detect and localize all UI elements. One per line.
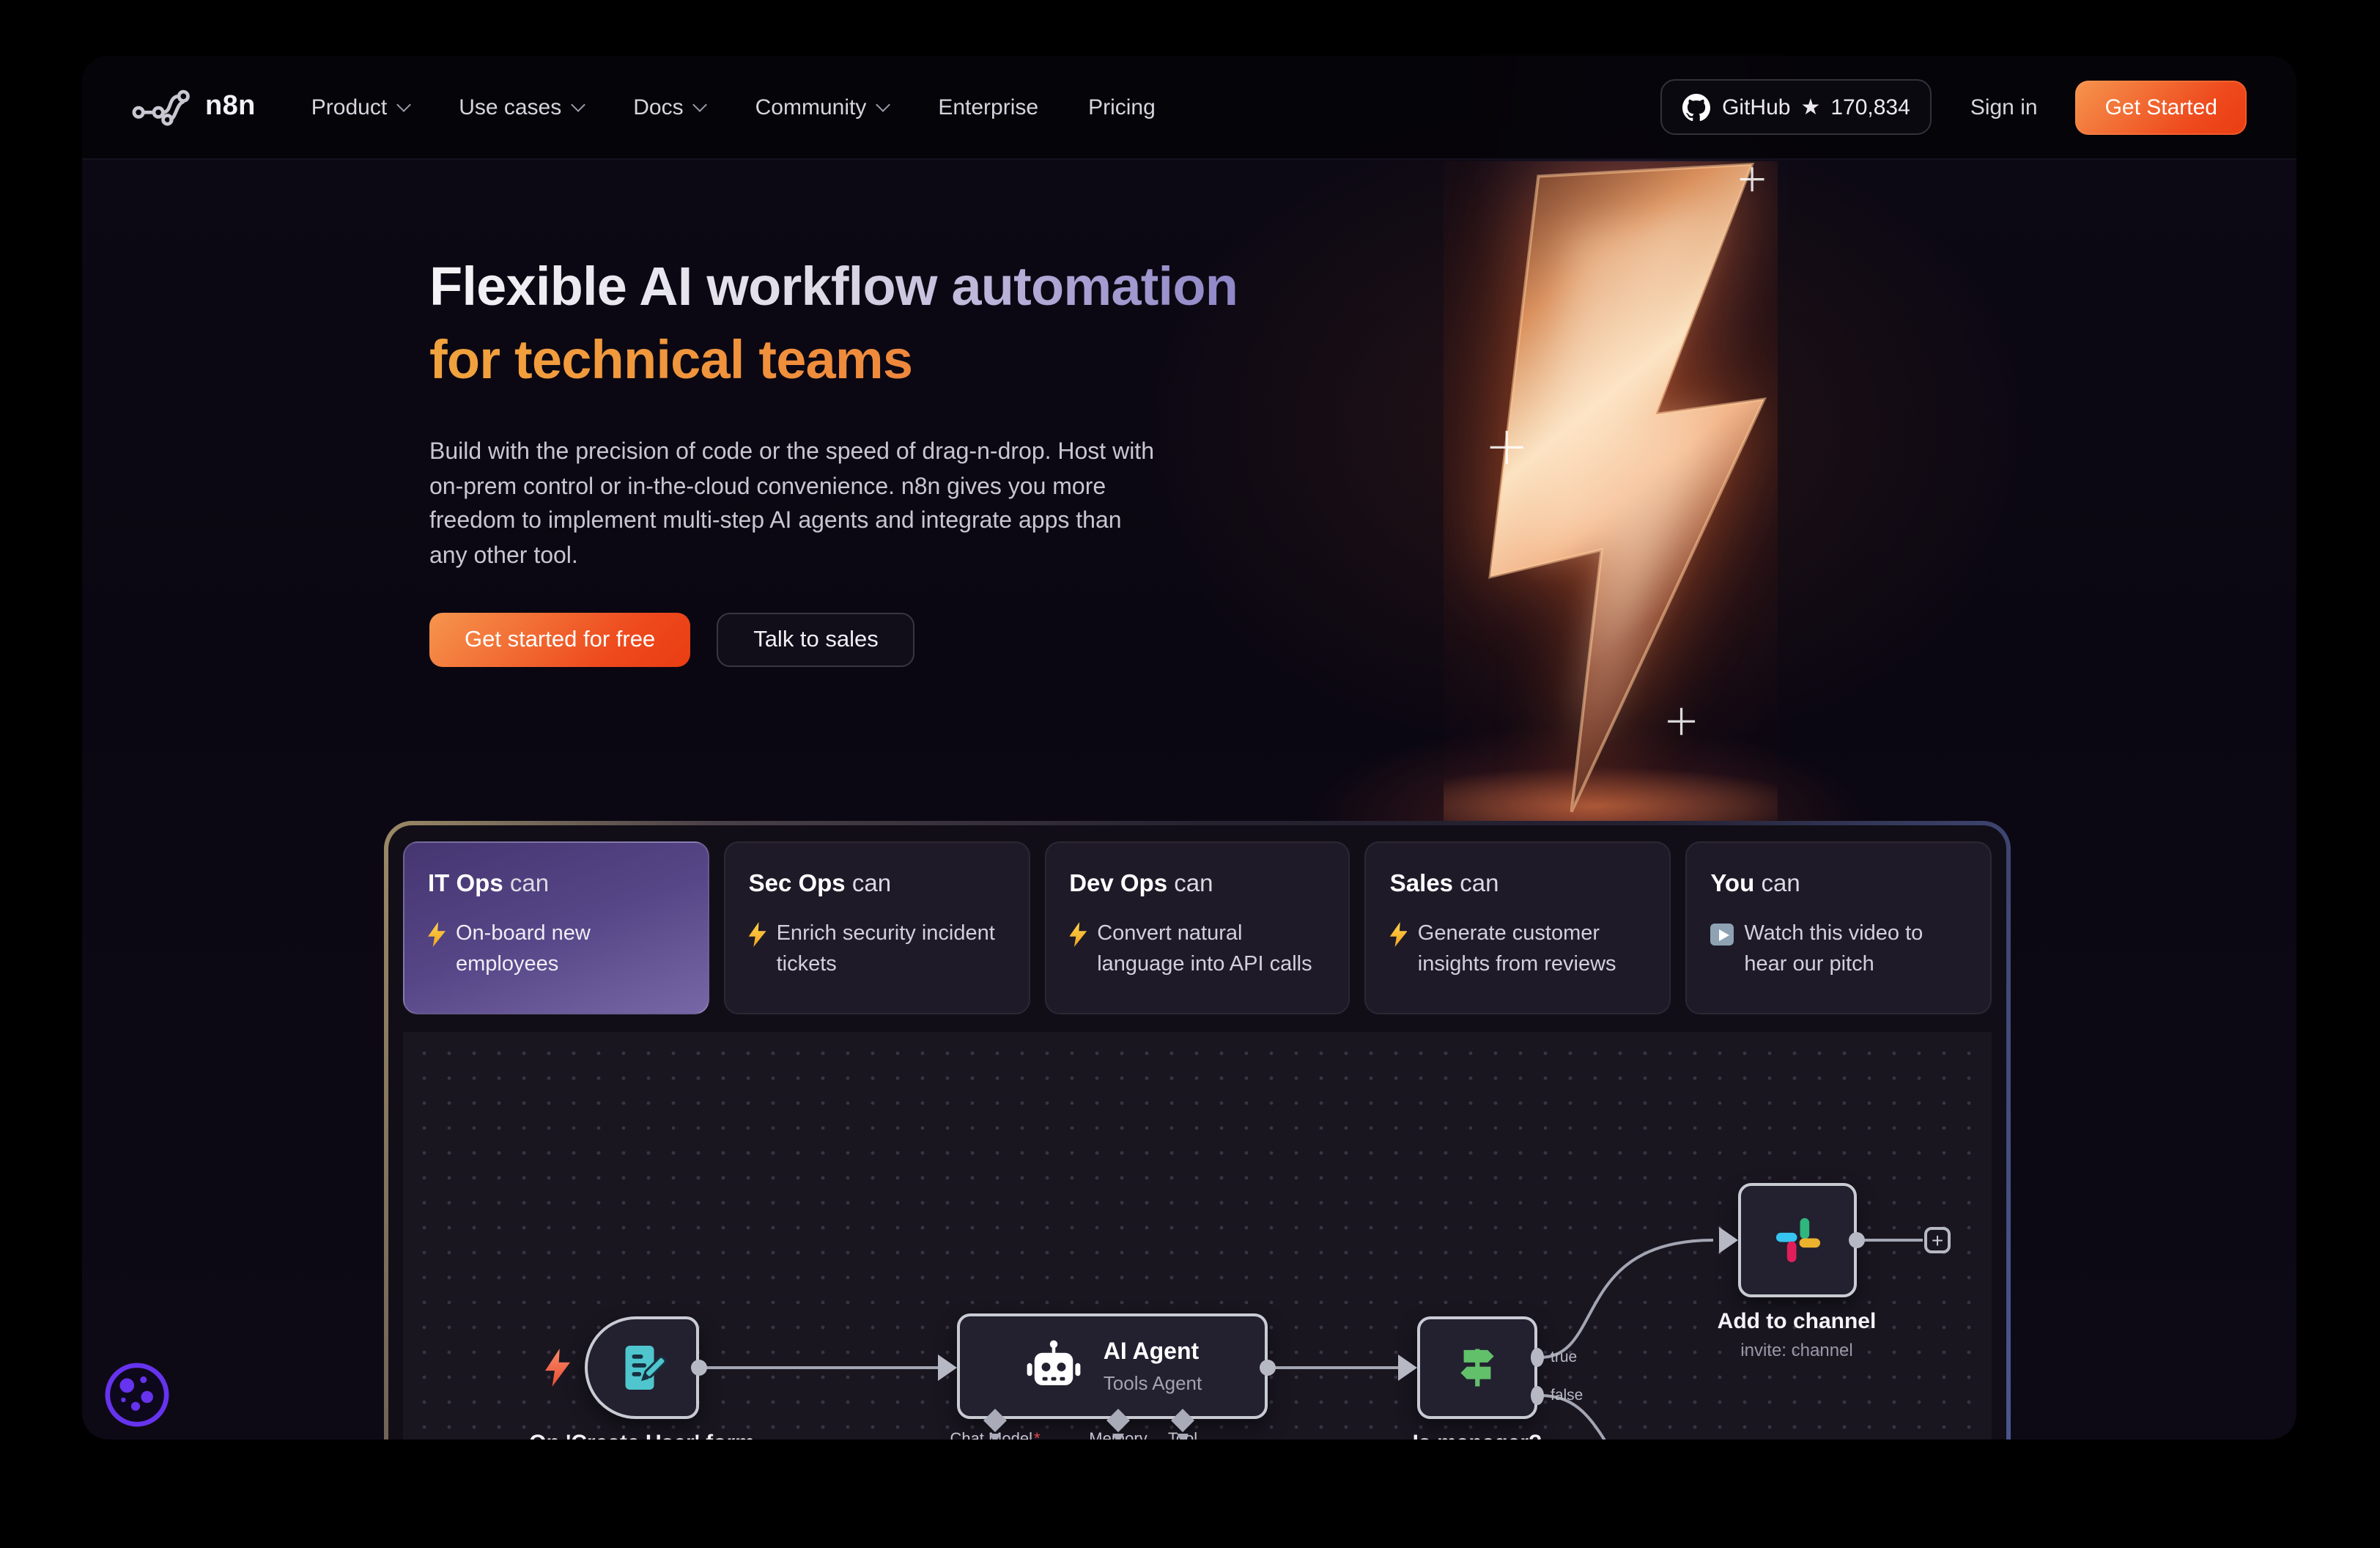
add-node-button[interactable]: +: [1924, 1227, 1951, 1253]
chevron-down-icon: [876, 97, 890, 111]
lightning-icon: [428, 922, 446, 947]
nav-item-docs[interactable]: Docs: [633, 95, 705, 119]
trigger-node-label: On 'Create User' form: [529, 1431, 755, 1440]
robot-icon: [1023, 1335, 1084, 1397]
input-arrow: [938, 1354, 957, 1381]
hero-cta-group: Get started for free Talk to sales: [429, 613, 1250, 667]
tab-it-ops[interactable]: IT Ops can On-board new employees: [403, 841, 709, 1014]
star-icon: ★: [1800, 94, 1820, 120]
lightning-icon: [1069, 922, 1087, 947]
slack-icon: [1770, 1212, 1825, 1268]
n8n-logo-icon: [132, 86, 193, 128]
required-asterisk: *: [1034, 1431, 1041, 1440]
get-started-free-button[interactable]: Get started for free: [429, 613, 690, 667]
input-arrow: [1719, 1227, 1738, 1253]
branch-true-label: true: [1551, 1349, 1577, 1366]
n8n-logo[interactable]: n8n: [132, 86, 256, 128]
port-memory: Memory: [1089, 1431, 1147, 1440]
nav-item-enterprise[interactable]: Enterprise: [938, 95, 1038, 119]
screenshot-stage: n8n Product Use cases Docs Community Ent…: [0, 0, 2380, 1548]
agent-subtitle: Tools Agent: [1104, 1371, 1202, 1393]
chevron-down-icon: [693, 97, 708, 111]
input-arrow: [1398, 1354, 1417, 1381]
workflow-canvas[interactable]: On 'Create User' form: [403, 1032, 1992, 1440]
github-label: GitHub: [1722, 95, 1790, 119]
lightning-bolt-artwork: [1444, 161, 1778, 824]
persona-tabs: IT Ops can On-board new employees Sec Op…: [403, 841, 1992, 1014]
slack-node-label: Add to channel: [1718, 1309, 1877, 1334]
chat-widget-button[interactable]: [103, 1360, 171, 1429]
hero-description: Build with the precision of code or the …: [429, 435, 1162, 573]
slack-node-sublabel: invite: channel: [1740, 1340, 1852, 1360]
play-icon: [1710, 924, 1734, 946]
brand-name: n8n: [205, 91, 256, 123]
nav-item-product[interactable]: Product: [311, 95, 409, 119]
tab-dev-ops[interactable]: Dev Ops can Convert natural language int…: [1044, 841, 1350, 1014]
get-started-button[interactable]: Get Started: [2076, 80, 2247, 134]
browser-page: n8n Product Use cases Docs Community Ent…: [82, 56, 2296, 1440]
hero-section: Flexible AI workflow automation for tech…: [429, 251, 1250, 667]
nav-menu: Product Use cases Docs Community Enterpr…: [311, 95, 1156, 119]
chevron-down-icon: [571, 97, 585, 111]
hero-title-line2: for technical teams: [429, 324, 1250, 397]
nav-item-pricing[interactable]: Pricing: [1088, 95, 1156, 119]
agent-title: AI Agent: [1104, 1339, 1202, 1365]
form-icon: [616, 1341, 668, 1394]
tab-sec-ops[interactable]: Sec Ops can Enrich security incident tic…: [724, 841, 1030, 1014]
tab-you[interactable]: You can Watch this video to hear our pit…: [1685, 841, 1992, 1014]
hero-title-line1: Flexible AI workflow automation: [429, 251, 1250, 324]
github-badge[interactable]: GitHub ★ 170,834: [1660, 79, 1932, 135]
tab-sales[interactable]: Sales can Generate customer insights fro…: [1365, 841, 1671, 1014]
trigger-node[interactable]: [585, 1316, 699, 1419]
lightning-icon: [749, 922, 766, 947]
branch-node-label: Is manager?: [1413, 1431, 1542, 1440]
nav-item-community[interactable]: Community: [755, 95, 889, 119]
add-to-channel-node[interactable]: [1738, 1183, 1857, 1297]
is-manager-node[interactable]: [1417, 1316, 1537, 1419]
talk-to-sales-button[interactable]: Talk to sales: [717, 613, 915, 667]
sign-in-link[interactable]: Sign in: [1970, 95, 2038, 119]
workflow-panel: IT Ops can On-board new employees Sec Op…: [384, 821, 2011, 1440]
chat-widget-icon: [103, 1360, 171, 1429]
lightning-icon: [1390, 922, 1408, 947]
signpost-icon: [1452, 1343, 1502, 1393]
branch-false-label: false: [1551, 1387, 1583, 1404]
port-tool: Tool: [1168, 1431, 1197, 1440]
ai-agent-node[interactable]: AI Agent Tools Agent: [957, 1313, 1268, 1419]
hero-title: Flexible AI workflow automation for tech…: [429, 251, 1250, 397]
github-star-count: 170,834: [1830, 95, 1910, 119]
github-icon: [1682, 93, 1710, 121]
trigger-lightning-icon: [545, 1349, 570, 1387]
nav-right-group: GitHub ★ 170,834 Sign in Get Started: [1660, 79, 2247, 135]
nav-item-use-cases[interactable]: Use cases: [459, 95, 583, 119]
top-nav: n8n Product Use cases Docs Community Ent…: [82, 56, 2296, 160]
chevron-down-icon: [396, 97, 411, 111]
port-chat-model: Chat Model*: [950, 1431, 1040, 1440]
